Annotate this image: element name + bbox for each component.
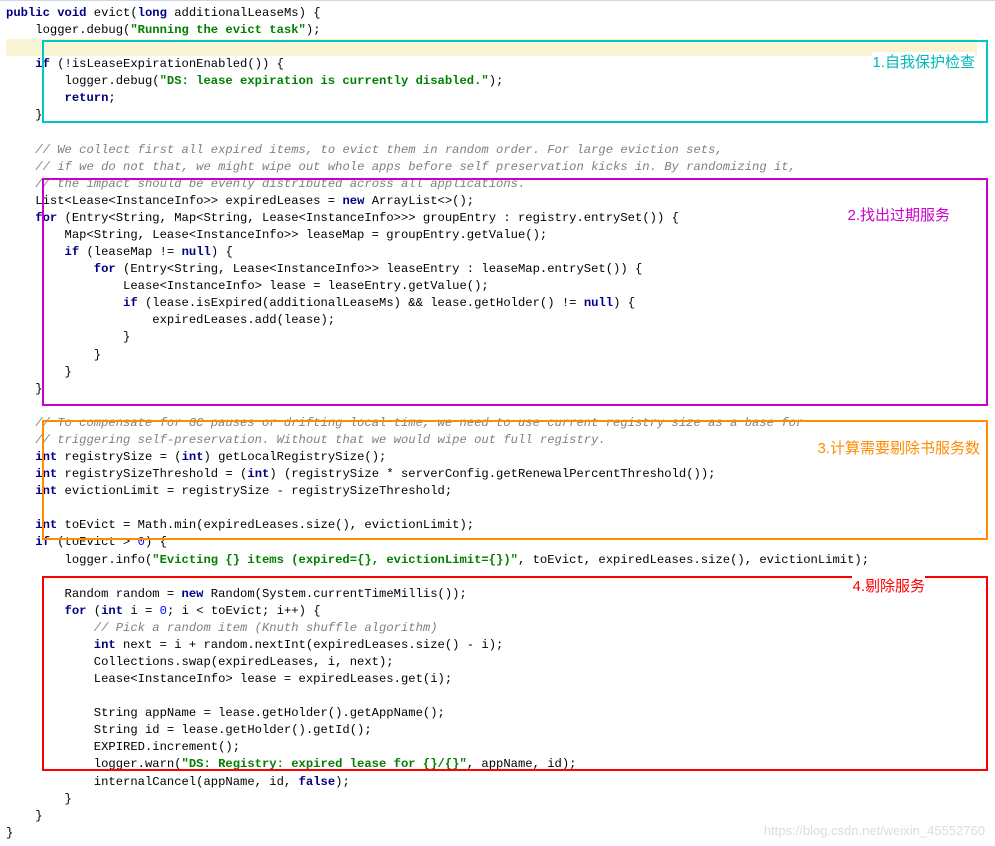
code-line: String id = lease.getHolder().getId(); — [6, 723, 372, 737]
code-line: if (!isLeaseExpirationEnabled()) { — [6, 57, 284, 71]
code-line: if (leaseMap != null) { — [6, 245, 233, 259]
code-line: Collections.swap(expiredLeases, i, next)… — [6, 655, 394, 669]
code-line: int registrySize = (int) getLocalRegistr… — [6, 450, 386, 464]
code-line: Random random = new Random(System.curren… — [6, 587, 467, 601]
code-line — [6, 126, 13, 140]
code-line: logger.warn("DS: Registry: expired lease… — [6, 757, 576, 771]
code-line: Lease<InstanceInfo> lease = leaseEntry.g… — [6, 279, 489, 293]
code-line: int evictionLimit = registrySize - regis… — [6, 484, 452, 498]
code-line: } — [6, 108, 43, 122]
code-line: } — [6, 348, 101, 362]
code-line: logger.info("Evicting {} items (expired=… — [6, 553, 869, 567]
code-line: EXPIRED.increment(); — [6, 740, 240, 754]
code-line: } — [6, 809, 43, 823]
code-line: for (Entry<String, Lease<InstanceInfo>> … — [6, 262, 642, 276]
code-block: public void evict(long additionalLeaseMs… — [0, 1, 995, 846]
code-line: internalCancel(appName, id, false); — [6, 775, 350, 789]
code-line: // the impact should be evenly distribut… — [6, 177, 525, 191]
code-line: } — [6, 826, 13, 840]
code-line: return; — [6, 91, 116, 105]
code-line: // triggering self-preservation. Without… — [6, 433, 606, 447]
code-line: for (Entry<String, Map<String, Lease<Ins… — [6, 211, 679, 225]
code-line: logger.debug("DS: lease expiration is cu… — [6, 74, 503, 88]
code-line — [6, 570, 13, 584]
code-line: expiredLeases.add(lease); — [6, 313, 335, 327]
code-line: public void evict(long additionalLeaseMs… — [6, 6, 321, 20]
code-line: Map<String, Lease<InstanceInfo>> leaseMa… — [6, 228, 547, 242]
code-line: if (toEvict > 0) { — [6, 535, 167, 549]
code-line: List<Lease<InstanceInfo>> expiredLeases … — [6, 194, 474, 208]
code-line — [6, 689, 13, 703]
code-line: // Pick a random item (Knuth shuffle alg… — [6, 621, 438, 635]
code-line: int registrySizeThreshold = (int) (regis… — [6, 467, 715, 481]
annotation-label-4: 4.剔除服务 — [852, 576, 925, 597]
code-line: // To compensate for GC pauses or drifti… — [6, 416, 803, 430]
code-line: int toEvict = Math.min(expiredLeases.siz… — [6, 518, 474, 532]
code-line — [6, 501, 13, 515]
annotation-label-3: 3.计算需要剔除书服务数 — [817, 438, 980, 459]
watermark: https://blog.csdn.net/weixin_45552760 — [764, 822, 985, 840]
code-line: if (lease.isExpired(additionalLeaseMs) &… — [6, 296, 635, 310]
code-line — [6, 399, 13, 413]
code-line: int next = i + random.nextInt(expiredLea… — [6, 638, 503, 652]
code-line: logger.debug("Running the evict task"); — [6, 23, 321, 37]
code-line: String appName = lease.getHolder().getAp… — [6, 706, 445, 720]
code-line: } — [6, 365, 72, 379]
code-line: // We collect first all expired items, t… — [6, 143, 723, 157]
annotation-label-1: 1.自我保护检查 — [872, 52, 975, 73]
code-line: } — [6, 382, 43, 396]
code-line: // if we do not that, we might wipe out … — [6, 160, 796, 174]
code-line: } — [6, 792, 72, 806]
code-line: } — [6, 330, 130, 344]
code-line: Lease<InstanceInfo> lease = expiredLease… — [6, 672, 452, 686]
annotation-label-2: 2.找出过期服务 — [847, 205, 950, 226]
code-line: for (int i = 0; i < toEvict; i++) { — [6, 604, 321, 618]
code-line-highlight — [6, 39, 977, 56]
